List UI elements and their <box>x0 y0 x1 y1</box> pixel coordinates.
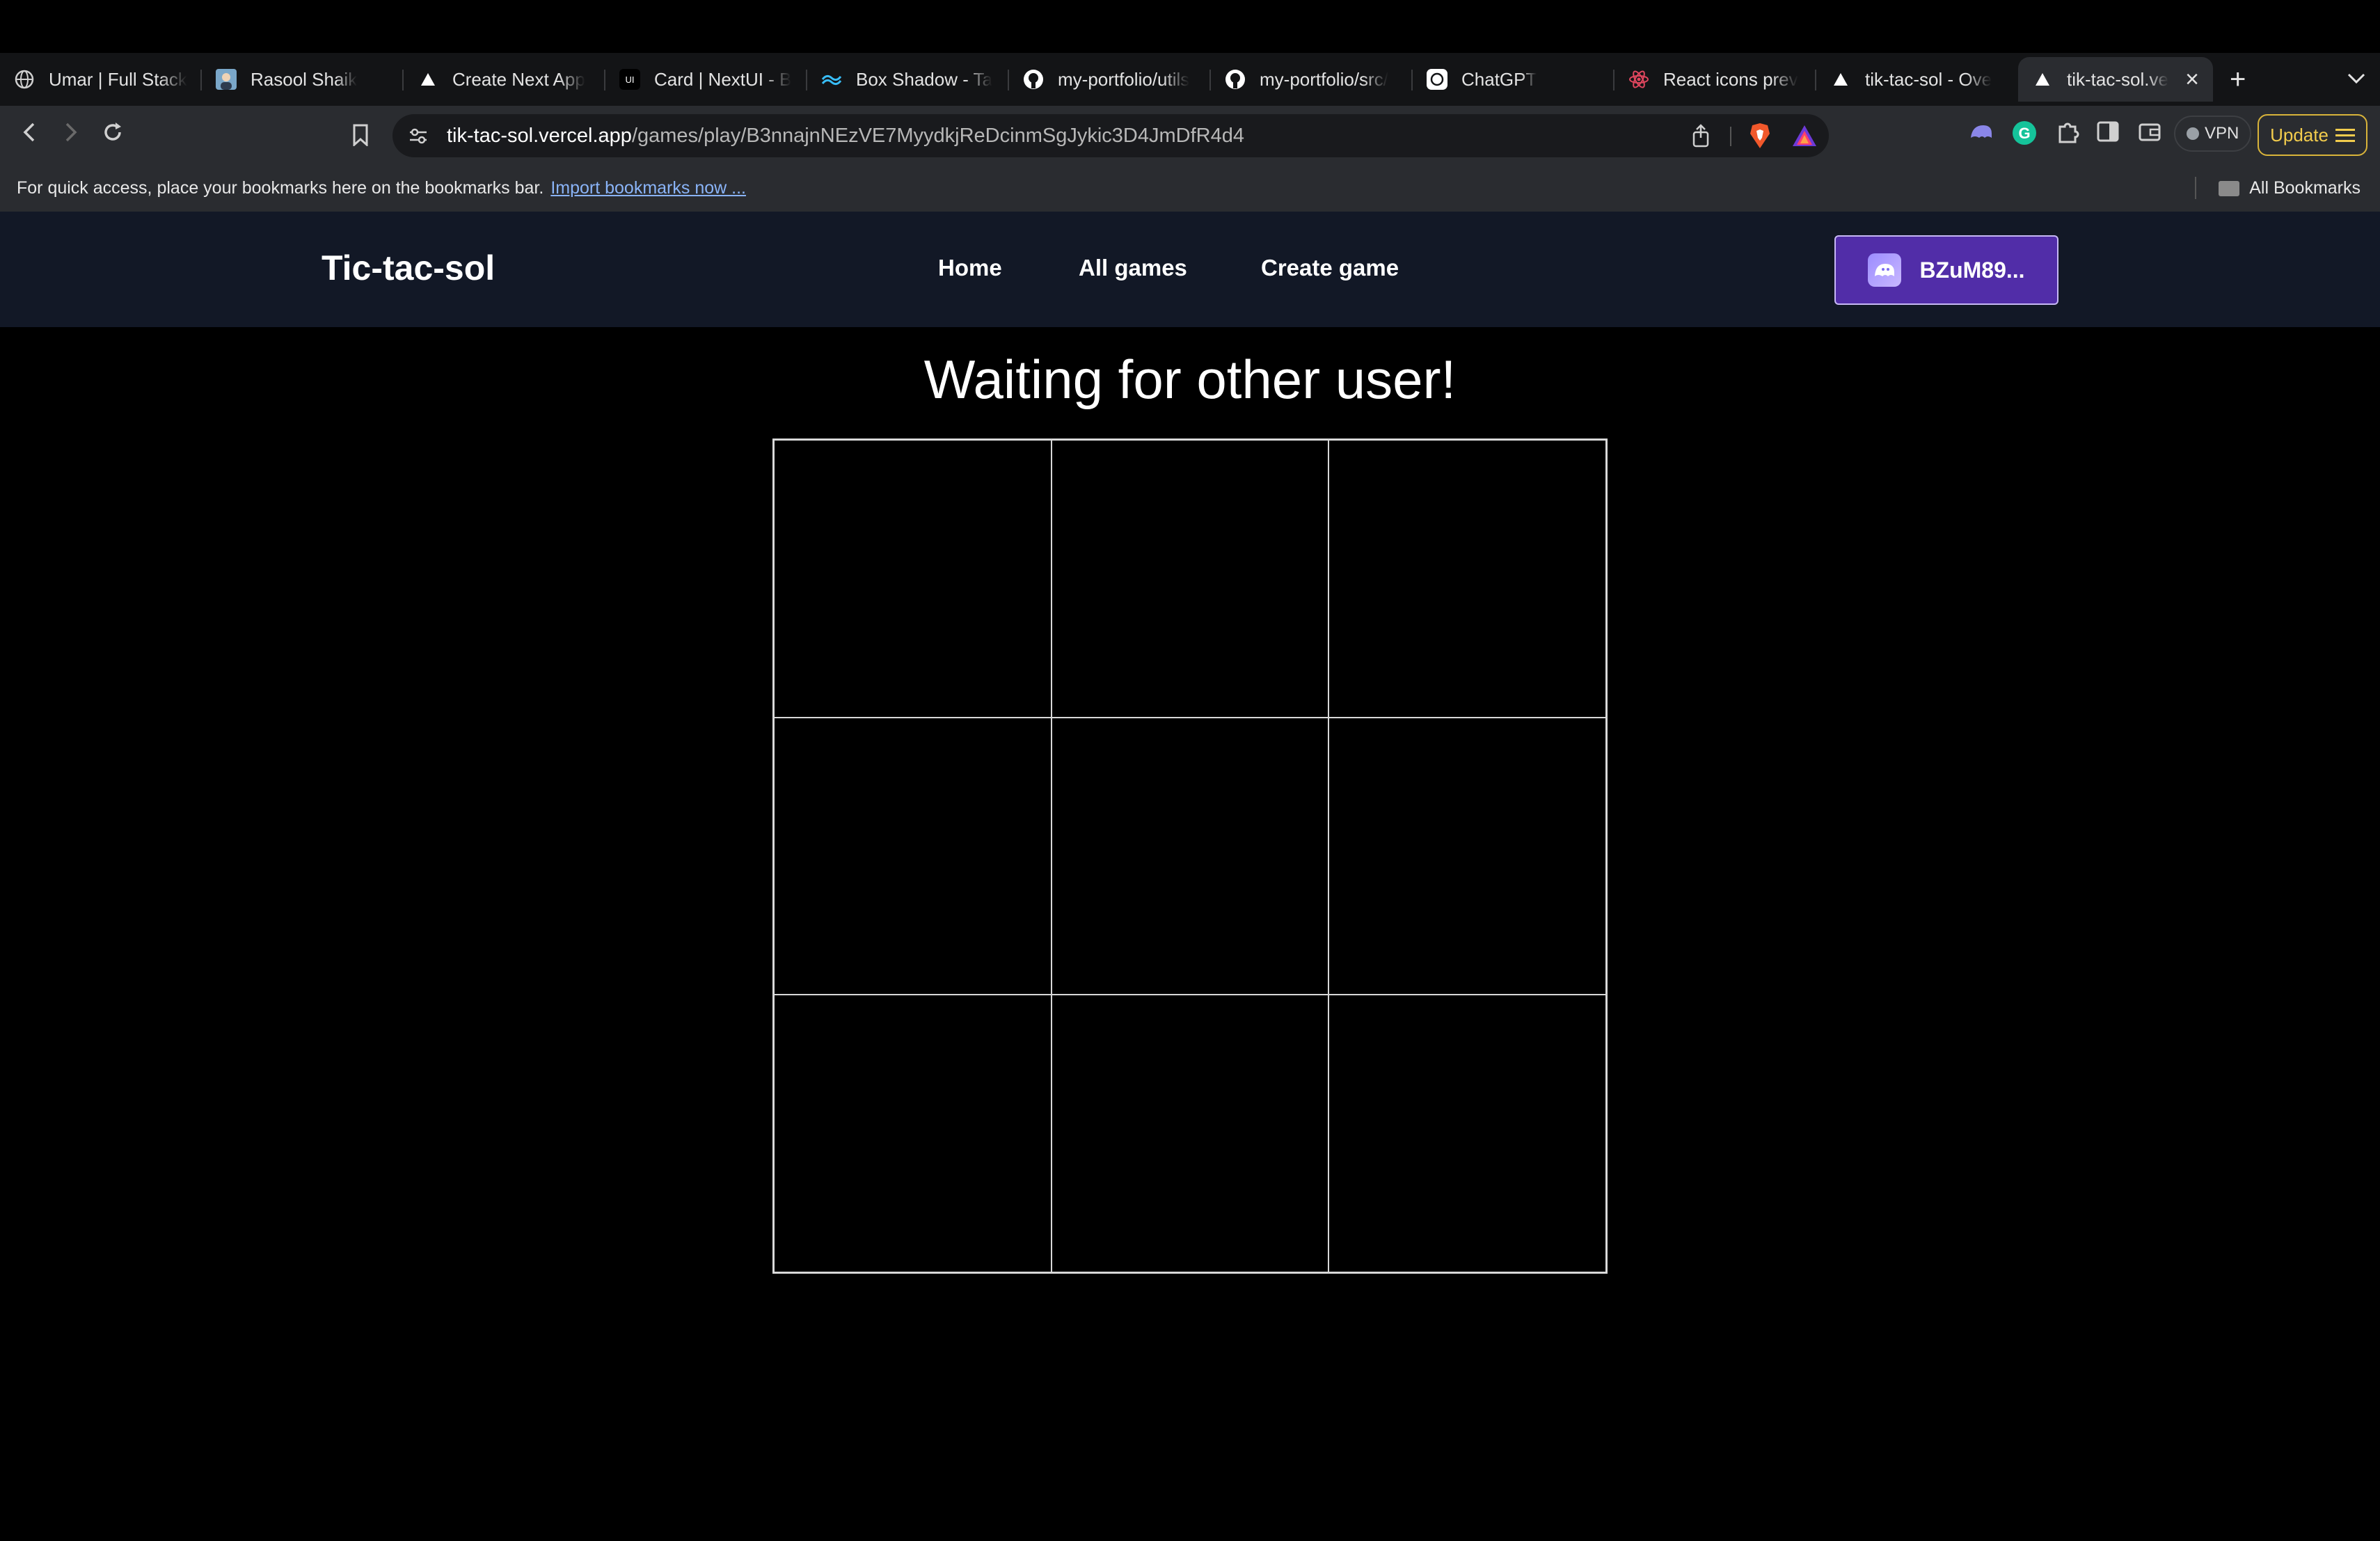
bookmarks-hint: For quick access, place your bookmarks h… <box>17 177 544 198</box>
tab-title: my-portfolio/utils <box>1058 68 1190 90</box>
new-tab-button[interactable]: + <box>2230 64 2246 95</box>
reload-icon[interactable] <box>100 120 125 151</box>
tab-strip: Umar | Full Stack Rasool Shaik Create Ne… <box>0 53 2380 106</box>
site-logo[interactable]: Tic-tac-sol <box>322 248 495 288</box>
board-cell[interactable] <box>1051 717 1329 995</box>
wallet-address: BZuM89... <box>1919 257 2025 283</box>
svg-text:UI: UI <box>626 74 635 85</box>
globe-icon <box>14 69 35 90</box>
tab[interactable]: my-portfolio/utils <box>1009 57 1211 102</box>
nextui-icon: UI <box>619 69 640 90</box>
vpn-status-icon <box>2187 127 2199 140</box>
url-path: /games/play/B3nnajnNEzVE7MyydkjReDcinmSg… <box>631 124 1244 147</box>
menu-icon <box>2335 125 2355 145</box>
tab-title: Rasool Shaik <box>251 68 358 90</box>
leo-icon[interactable] <box>1968 120 1994 150</box>
tab-title: Box Shadow - Ta <box>856 68 993 90</box>
board-cell[interactable] <box>1328 717 1606 995</box>
github-icon <box>1023 69 1044 90</box>
sidebar-toggle-icon[interactable] <box>2096 120 2120 147</box>
board-cell[interactable] <box>1328 995 1606 1272</box>
bookmarks-bar: For quick access, place your bookmarks h… <box>0 164 2380 212</box>
grammarly-icon[interactable]: G <box>2011 120 2038 150</box>
url-text: tik-tac-sol.vercel.app/games/play/B3nnaj… <box>447 125 1244 148</box>
site-settings-icon[interactable] <box>408 125 429 146</box>
all-bookmarks-label: All Bookmarks <box>2249 178 2361 198</box>
forward-arrow-icon[interactable] <box>63 120 79 151</box>
brave-shield-icon[interactable] <box>1748 123 1772 152</box>
vercel-icon <box>2032 69 2053 90</box>
board-cell[interactable] <box>774 995 1052 1272</box>
url-host: tik-tac-sol.vercel.app <box>447 124 632 147</box>
game-status-heading: Waiting for other user! <box>923 349 1457 410</box>
tab-title: tik-tac-sol - Ove <box>1865 68 1992 90</box>
tab-title: Umar | Full Stack <box>49 68 187 90</box>
vercel-icon <box>1830 69 1851 90</box>
nav-all-games-link[interactable]: All games <box>1079 255 1187 281</box>
bookmark-icon[interactable] <box>352 124 369 150</box>
tab[interactable]: Create Next App <box>404 57 605 102</box>
vpn-button[interactable]: VPN <box>2174 116 2252 152</box>
svg-text:G: G <box>2018 125 2030 142</box>
tab[interactable]: ChatGPT <box>1413 57 1615 102</box>
tab-active[interactable]: tik-tac-sol.ve × <box>2018 57 2213 102</box>
tailwind-icon <box>821 69 842 90</box>
board-cell[interactable] <box>774 717 1052 995</box>
tab[interactable]: UI Card | NextUI - B <box>605 57 807 102</box>
tab[interactable]: Rasool Shaik <box>202 57 404 102</box>
update-button[interactable]: Update <box>2258 114 2367 156</box>
vercel-icon <box>418 69 438 90</box>
phantom-wallet-icon <box>1868 253 1902 287</box>
board-cell[interactable] <box>1051 995 1329 1272</box>
nav-create-game-link[interactable]: Create game <box>1261 255 1399 281</box>
tab[interactable]: my-portfolio/src/ <box>1211 57 1413 102</box>
divider <box>1730 127 1731 146</box>
vpn-label: VPN <box>2205 124 2239 143</box>
wallet-icon[interactable] <box>2138 120 2161 147</box>
tab-list-chevron-icon[interactable] <box>2347 67 2366 90</box>
brave-rewards-icon[interactable] <box>1791 124 1818 151</box>
site-navbar: Tic-tac-sol Home All games Create game B… <box>0 212 2380 327</box>
folder-icon <box>2219 180 2240 196</box>
update-label: Update <box>2270 124 2329 145</box>
tab-title: tik-tac-sol.ve <box>2067 68 2168 90</box>
chatgpt-icon <box>1427 69 1447 90</box>
share-icon[interactable] <box>1691 124 1711 151</box>
extensions-puzzle-icon[interactable] <box>2054 120 2081 150</box>
nav-home-link[interactable]: Home <box>938 255 1002 281</box>
close-icon[interactable]: × <box>2185 66 2199 93</box>
tab[interactable]: Box Shadow - Ta <box>807 57 1009 102</box>
tab-title: my-portfolio/src/ <box>1260 68 1388 90</box>
tab-title: Card | NextUI - B <box>654 68 792 90</box>
address-bar[interactable]: tik-tac-sol.vercel.app/games/play/B3nnaj… <box>392 114 1829 157</box>
tab[interactable]: Umar | Full Stack <box>0 57 202 102</box>
tab-title: ChatGPT <box>1461 68 1537 90</box>
board-cell[interactable] <box>1328 440 1606 718</box>
all-bookmarks-button[interactable]: All Bookmarks <box>2219 178 2361 198</box>
browser-toolbar: tik-tac-sol.vercel.app/games/play/B3nnaj… <box>0 106 2380 164</box>
board-cell[interactable] <box>1051 440 1329 718</box>
wallet-button[interactable]: BZuM89... <box>1834 235 2058 305</box>
window-top-bar <box>0 0 2380 53</box>
avatar-icon <box>216 69 237 90</box>
tab[interactable]: tik-tac-sol - Ove <box>1816 57 2018 102</box>
github-icon <box>1225 69 1246 90</box>
tab[interactable]: React icons prev <box>1615 57 1816 102</box>
tab-title: React icons prev <box>1663 68 1798 90</box>
divider <box>2195 177 2196 199</box>
board-cell[interactable] <box>774 440 1052 718</box>
game-board <box>772 438 1608 1274</box>
import-bookmarks-link[interactable]: Import bookmarks now ... <box>550 178 746 198</box>
tab-title: Create Next App <box>452 68 585 90</box>
back-arrow-icon[interactable] <box>21 120 38 151</box>
react-icon <box>1628 69 1649 90</box>
